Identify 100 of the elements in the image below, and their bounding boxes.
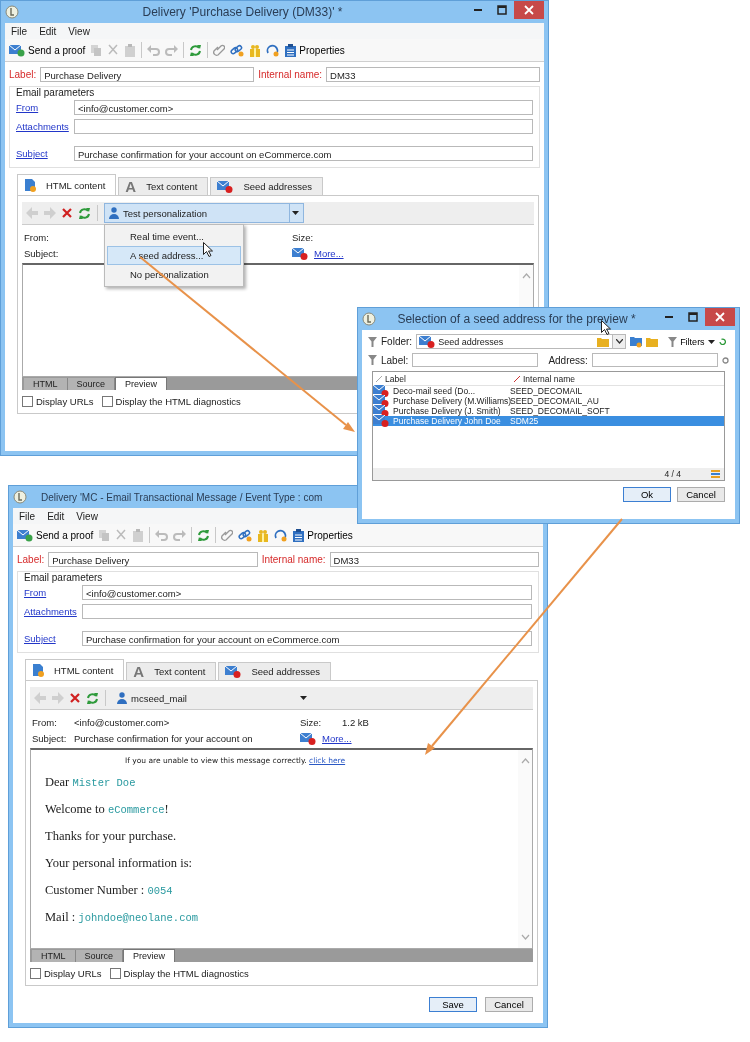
delete-icon[interactable]	[70, 693, 80, 703]
tab[interactable]: Source	[75, 950, 124, 962]
checkbox[interactable]	[30, 968, 41, 979]
list-icon[interactable]	[711, 470, 720, 478]
redo-icon[interactable]	[165, 44, 179, 56]
button[interactable]: Save	[429, 997, 477, 1012]
column-header[interactable]: Label	[373, 373, 511, 384]
refresh-icon[interactable]	[86, 691, 99, 705]
text-field[interactable]: Purchase confirmation for your account on eCommerce.com	[82, 631, 532, 646]
refresh-icon[interactable]	[718, 338, 726, 345]
tab[interactable]: A Text content	[126, 662, 217, 680]
right-arrow-icon[interactable]	[52, 692, 64, 704]
menu-item[interactable]: File	[11, 25, 28, 37]
tab[interactable]: Seed addresses	[210, 177, 324, 195]
text-field[interactable]	[82, 604, 532, 619]
menu-item[interactable]: File	[19, 510, 36, 522]
tab[interactable]: Preview	[123, 949, 176, 962]
close-button[interactable]	[705, 308, 735, 326]
properties-button[interactable]: Properties	[285, 43, 345, 57]
right-arrow-icon[interactable]	[44, 207, 56, 219]
paperclip-icon[interactable]	[221, 528, 234, 542]
scissors-icon[interactable]	[107, 44, 120, 56]
attachments-link[interactable]: Attachments	[24, 606, 82, 617]
close-button[interactable]	[514, 1, 544, 19]
tab[interactable]: Source	[67, 378, 116, 390]
scissors-icon[interactable]	[115, 529, 128, 541]
text-field[interactable]: DM33	[329, 552, 539, 567]
text-field[interactable]: <info@customer.com>	[74, 100, 533, 115]
refresh-icon[interactable]	[197, 528, 211, 542]
redo-icon[interactable]	[173, 529, 187, 541]
button[interactable]: Cancel	[677, 487, 725, 502]
tab[interactable]: Seed addresses	[218, 662, 332, 680]
left-arrow-icon[interactable]	[26, 207, 38, 219]
refresh-icon[interactable]	[189, 43, 203, 57]
subject-link[interactable]: Subject	[24, 633, 82, 644]
tab[interactable]: Preview	[115, 377, 168, 390]
paperclip-icon[interactable]	[213, 43, 226, 57]
link-icon[interactable]	[238, 528, 253, 542]
table-cell-text: SEED_DECOMAIL_SOFT	[509, 406, 611, 416]
letter-icon: A	[133, 664, 145, 679]
from-link[interactable]: From	[16, 102, 74, 113]
tab[interactable]: A Text content	[118, 177, 209, 195]
refresh-icon[interactable]	[78, 206, 91, 220]
undo-icon[interactable]	[147, 44, 161, 56]
delete-icon[interactable]	[62, 208, 72, 218]
text-field[interactable]: Purchase Delivery	[48, 552, 258, 567]
circle-arrow-icon[interactable]	[266, 43, 281, 57]
text-field[interactable]: Purchase Delivery	[40, 67, 255, 82]
checkbox[interactable]	[109, 968, 121, 979]
menu-item[interactable]: Real time event...	[107, 227, 241, 246]
menu-item[interactable]: Edit	[47, 510, 65, 522]
more-link[interactable]: More...	[314, 248, 344, 259]
clipboard-icon[interactable]	[124, 43, 137, 57]
menu-item[interactable]: Edit	[39, 25, 57, 37]
filters-button[interactable]: Filters	[662, 336, 715, 347]
person-icon	[109, 207, 119, 219]
gift-icon[interactable]	[249, 43, 262, 57]
text-field[interactable]: DM33	[326, 67, 540, 82]
folder-icon[interactable]	[630, 335, 643, 348]
personalization-dropdown[interactable]: Test personalization	[104, 203, 304, 223]
checkbox[interactable]	[22, 396, 33, 407]
circle-arrow-icon[interactable]	[274, 528, 289, 542]
checkbox[interactable]	[101, 396, 113, 407]
send-proof-button[interactable]: Send a proof	[17, 528, 94, 542]
tab[interactable]: HTML	[24, 378, 68, 390]
scroll-up-icon[interactable]	[520, 758, 530, 764]
clipboard-icon[interactable]	[132, 528, 145, 542]
app-icon	[5, 5, 19, 19]
attachments-link[interactable]: Attachments	[16, 121, 74, 132]
menu-item[interactable]: A seed address...	[107, 246, 241, 265]
button[interactable]: Cancel	[485, 997, 533, 1012]
scroll-down-icon[interactable]	[520, 934, 530, 940]
folder-icon[interactable]	[646, 336, 659, 347]
link-icon[interactable]	[230, 43, 245, 57]
menu-item[interactable]: View	[76, 510, 98, 522]
undo-icon[interactable]	[155, 529, 169, 541]
copy-icon[interactable]	[90, 44, 103, 56]
text-field[interactable]: Purchase confirmation for your account on eCommerce.com	[74, 146, 533, 161]
send-proof-button[interactable]: Send a proof	[9, 43, 86, 57]
more-link[interactable]: More...	[322, 733, 352, 744]
subject-link[interactable]: Subject	[16, 148, 74, 159]
scroll-up-icon[interactable]	[521, 273, 531, 279]
copy-icon[interactable]	[98, 529, 111, 541]
gift-icon[interactable]	[257, 528, 270, 542]
button[interactable]: Ok	[623, 487, 671, 502]
menu-item[interactable]: View	[68, 25, 90, 37]
personalization-dropdown[interactable]: mcseed_mail	[112, 688, 312, 708]
tab[interactable]: HTML	[32, 950, 76, 962]
left-arrow-icon[interactable]	[34, 692, 46, 704]
text-field[interactable]: <info@customer.com>	[82, 585, 532, 600]
tab[interactable]: HTML content	[25, 659, 125, 680]
clear-icon[interactable]	[722, 356, 729, 364]
from-link[interactable]: From	[24, 587, 82, 598]
tab[interactable]: HTML content	[17, 174, 117, 195]
text-field[interactable]	[74, 119, 533, 134]
text-field[interactable]	[591, 353, 718, 367]
text-field[interactable]	[412, 353, 539, 367]
folder-field[interactable]: Seed addresses	[416, 334, 627, 349]
column-header[interactable]: Internal name	[511, 373, 624, 384]
properties-button[interactable]: Properties	[293, 528, 353, 542]
